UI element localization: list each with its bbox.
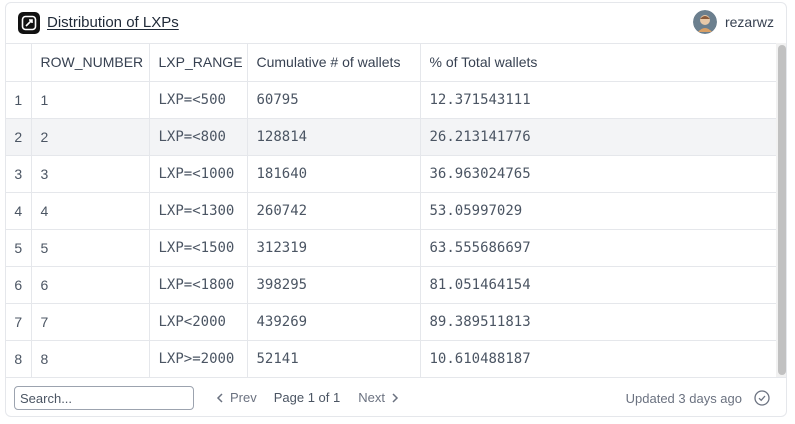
cumulative-wallets-cell: 439269	[247, 303, 421, 341]
search-input[interactable]	[14, 386, 194, 410]
check-circle-icon	[754, 390, 770, 406]
lxp-range-cell: LXP>=2000	[149, 340, 248, 377]
column-header-index[interactable]	[6, 44, 32, 82]
table-row[interactable]: 3 3 LXP=<1000 181640 36.963024765	[6, 155, 776, 193]
chevron-left-icon	[216, 392, 223, 403]
card-header: Distribution of LXPs rezarwz	[6, 3, 786, 43]
row-number-cell: 4	[31, 192, 150, 230]
cumulative-wallets-cell: 181640	[247, 155, 421, 193]
column-header-percent-total[interactable]: % of Total wallets	[420, 44, 776, 82]
row-index-cell: 8	[6, 340, 32, 377]
next-label: Next	[358, 390, 385, 405]
row-index-cell: 4	[6, 192, 32, 230]
vertical-scrollbar[interactable]	[776, 43, 786, 377]
lxp-range-cell: LXP=<1800	[149, 266, 248, 304]
chevron-right-icon	[392, 392, 399, 403]
percent-total-cell: 81.051464154	[420, 266, 776, 304]
prev-label: Prev	[230, 390, 257, 405]
lxp-range-cell: LXP=<800	[149, 118, 248, 156]
query-result-card: Distribution of LXPs rezarwz ROW_NUMBER …	[5, 2, 787, 417]
prev-page-button[interactable]: Prev	[216, 390, 257, 405]
cumulative-wallets-cell: 52141	[247, 340, 421, 377]
row-number-cell: 8	[31, 340, 150, 377]
cumulative-wallets-cell: 398295	[247, 266, 421, 304]
percent-total-cell: 10.610488187	[420, 340, 776, 377]
row-index-cell: 2	[6, 118, 32, 156]
row-number-cell: 5	[31, 229, 150, 267]
cumulative-wallets-cell: 128814	[247, 118, 421, 156]
column-header-row-number[interactable]: ROW_NUMBER	[31, 44, 150, 82]
user-profile[interactable]: rezarwz	[692, 10, 774, 34]
row-index-cell: 3	[6, 155, 32, 193]
table-row[interactable]: 1 1 LXP=<500 60795 12.371543111	[6, 81, 776, 119]
table-row[interactable]: 2 2 LXP=<800 128814 26.213141776	[6, 118, 776, 156]
page-info: Page 1 of 1	[273, 390, 341, 405]
column-header-lxp-range[interactable]: LXP_RANGE	[149, 44, 248, 82]
user-avatar-icon	[692, 10, 717, 34]
flipside-logo-icon[interactable]	[18, 12, 40, 34]
percent-total-cell: 53.05997029	[420, 192, 776, 230]
percent-total-cell: 63.555686697	[420, 229, 776, 267]
table-header-row: ROW_NUMBER LXP_RANGE Cumulative # of wal…	[6, 44, 776, 82]
scrollbar-thumb[interactable]	[778, 45, 786, 375]
row-number-cell: 1	[31, 81, 150, 119]
row-number-cell: 3	[31, 155, 150, 193]
table-row[interactable]: 8 8 LXP>=2000 52141 10.610488187	[6, 340, 776, 377]
column-header-cumulative-wallets[interactable]: Cumulative # of wallets	[247, 44, 421, 82]
table-row[interactable]: 4 4 LXP=<1300 260742 53.05997029	[6, 192, 776, 230]
percent-total-cell: 89.389511813	[420, 303, 776, 341]
row-index-cell: 1	[6, 81, 32, 119]
percent-total-cell: 26.213141776	[420, 118, 776, 156]
table-row[interactable]: 5 5 LXP=<1500 312319 63.555686697	[6, 229, 776, 267]
row-number-cell: 6	[31, 266, 150, 304]
updated-timestamp: Updated 3 days ago	[625, 391, 742, 406]
row-number-cell: 7	[31, 303, 150, 341]
lxp-range-cell: LXP=<1500	[149, 229, 248, 267]
next-page-button[interactable]: Next	[358, 390, 399, 405]
table-row[interactable]: 7 7 LXP<2000 439269 89.389511813	[6, 303, 776, 341]
row-index-cell: 5	[6, 229, 32, 267]
row-index-cell: 7	[6, 303, 32, 341]
lxp-range-cell: LXP<2000	[149, 303, 248, 341]
cumulative-wallets-cell: 260742	[247, 192, 421, 230]
percent-total-cell: 12.371543111	[420, 81, 776, 119]
lxp-range-cell: LXP=<500	[149, 81, 248, 119]
row-number-cell: 2	[31, 118, 150, 156]
percent-total-cell: 36.963024765	[420, 155, 776, 193]
results-table: ROW_NUMBER LXP_RANGE Cumulative # of wal…	[6, 44, 776, 377]
row-index-cell: 6	[6, 266, 32, 304]
lxp-range-cell: LXP=<1300	[149, 192, 248, 230]
lxp-range-cell: LXP=<1000	[149, 155, 248, 193]
cumulative-wallets-cell: 60795	[247, 81, 421, 119]
table-row[interactable]: 6 6 LXP=<1800 398295 81.051464154	[6, 266, 776, 304]
results-table-container[interactable]: ROW_NUMBER LXP_RANGE Cumulative # of wal…	[6, 43, 776, 377]
card-footer: Prev Page 1 of 1 Next Updated 3 days ago	[6, 377, 786, 416]
pagination: Prev Page 1 of 1 Next	[216, 390, 399, 405]
cumulative-wallets-cell: 312319	[247, 229, 421, 267]
query-title-link[interactable]: Distribution of LXPs	[47, 14, 179, 31]
username: rezarwz	[724, 14, 774, 30]
